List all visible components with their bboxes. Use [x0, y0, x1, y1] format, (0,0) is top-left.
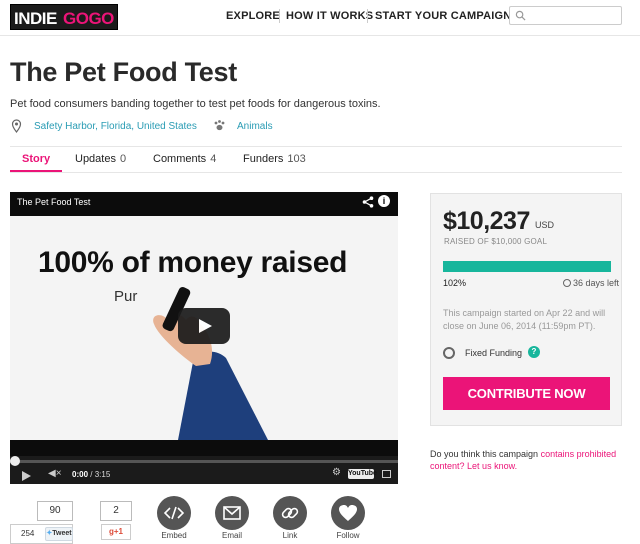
hand-with-marker-illustration: [153, 287, 268, 440]
nav-how-it-works[interactable]: HOW IT WORKS: [286, 10, 373, 22]
info-icon[interactable]: i: [378, 195, 390, 207]
help-icon[interactable]: ?: [528, 346, 540, 358]
gplus-button[interactable]: g+1: [101, 524, 131, 540]
video-player[interactable]: The Pet Food Test i 100% of money raised…: [10, 192, 398, 484]
email-icon: [223, 506, 241, 520]
clock-icon: [563, 279, 571, 287]
search-icon: [515, 10, 526, 21]
raised-currency: USD: [535, 220, 555, 230]
video-time-total: / 3:15: [90, 470, 111, 479]
embed-button[interactable]: [157, 496, 191, 530]
paw-icon: [214, 120, 225, 131]
tab-label: Comments: [153, 153, 207, 165]
volume-icon[interactable]: ◀×: [48, 468, 62, 479]
embed-icon: [163, 506, 185, 520]
campaign-location-link[interactable]: Safety Harbor, Florida, United States: [34, 121, 197, 132]
nav-start-campaign[interactable]: START YOUR CAMPAIGN: [375, 10, 511, 22]
campaign-tagline: Pet food consumers banding together to t…: [10, 98, 381, 110]
days-left: 36 days left: [573, 278, 620, 288]
funded-percent: 102%: [443, 278, 467, 288]
tab-comments[interactable]: Comments 4: [153, 153, 216, 165]
embed-label: Embed: [161, 531, 187, 540]
tabs-divider-top: [10, 146, 622, 147]
prohibited-lead-text: Do you think this campaign: [430, 449, 541, 459]
video-title[interactable]: The Pet Food Test: [17, 197, 90, 207]
gear-icon[interactable]: ⚙: [332, 467, 341, 478]
tab-updates[interactable]: Updates 0: [75, 153, 126, 165]
link-button[interactable]: [273, 496, 307, 530]
video-play-button[interactable]: [178, 308, 230, 344]
logo-text-gogo: GOGO: [63, 9, 114, 28]
nav-divider: [367, 9, 368, 23]
video-frame[interactable]: 100% of money raised Pur: [10, 216, 398, 440]
let-us-know-link[interactable]: Let us know.: [467, 461, 517, 471]
raised-amount: $10,237: [443, 207, 530, 235]
gplus-count-box: 2: [100, 501, 132, 521]
tweet-button[interactable]: ✦Tweet: [45, 527, 73, 541]
follow-button[interactable]: [331, 496, 365, 530]
link-label: Link: [282, 531, 298, 540]
nav-explore[interactable]: EXPLORE: [226, 10, 280, 22]
email-button[interactable]: [215, 496, 249, 530]
tab-count: 103: [287, 153, 306, 165]
nav-divider: [279, 9, 280, 23]
tweet-count: 254: [21, 529, 35, 538]
logo-text-indie: INDIE: [14, 9, 57, 28]
video-progress-track[interactable]: [10, 460, 398, 463]
site-header: INDIE GOGO EXPLORE HOW IT WORKS START YO…: [0, 0, 640, 36]
tab-story[interactable]: Story: [22, 153, 50, 165]
fullscreen-icon[interactable]: [382, 470, 391, 478]
funding-progress-fill: [443, 261, 611, 272]
tab-label: Story: [22, 153, 51, 165]
tab-count: 0: [119, 153, 127, 165]
email-label: Email: [221, 531, 242, 540]
funding-progress-bar: [443, 261, 611, 272]
goal-text: RAISED OF $10,000 GOAL: [444, 237, 548, 246]
search-input[interactable]: [509, 6, 622, 25]
tweet-button-label: Tweet: [52, 530, 72, 537]
campaign-category-link[interactable]: Animals: [237, 121, 273, 132]
fixed-funding-icon: [443, 347, 455, 359]
video-time-current: 0:00: [72, 470, 89, 479]
video-time: 0:00 / 3:15: [72, 470, 110, 479]
contribute-now-button[interactable]: CONTRIBUTE NOW: [443, 377, 610, 410]
share-icon[interactable]: [362, 196, 374, 208]
funding-type-label: Fixed Funding: [465, 348, 523, 358]
play-icon[interactable]: [22, 471, 31, 481]
campaign-title: The Pet Food Test: [10, 57, 237, 87]
funding-panel: $10,237 USD RAISED OF $10,000 GOAL 102% …: [430, 193, 622, 426]
tab-count: 4: [210, 153, 217, 165]
link-icon: [281, 507, 299, 519]
tab-funders[interactable]: Funders 103: [243, 153, 306, 165]
youtube-logo-button[interactable]: YouTube: [348, 469, 377, 479]
campaign-dates-note: This campaign started on Apr 22 and will…: [443, 308, 606, 331]
video-scrubber-handle[interactable]: [10, 456, 20, 466]
location-pin-icon: [11, 119, 22, 133]
heart-icon: [339, 505, 357, 521]
indiegogo-logo[interactable]: INDIE GOGO: [10, 4, 118, 30]
tweet-widget: 254 ✦Tweet: [10, 524, 73, 544]
share-count-box: 90: [37, 501, 73, 521]
tabs-divider-bottom: [10, 172, 622, 173]
video-subline-text: Pur: [114, 288, 138, 305]
tab-label: Updates: [75, 153, 116, 165]
prohibited-content-notice: Do you think this campaign contains proh…: [430, 448, 630, 472]
follow-label: Follow: [336, 531, 360, 540]
tab-label: Funders: [243, 153, 284, 165]
